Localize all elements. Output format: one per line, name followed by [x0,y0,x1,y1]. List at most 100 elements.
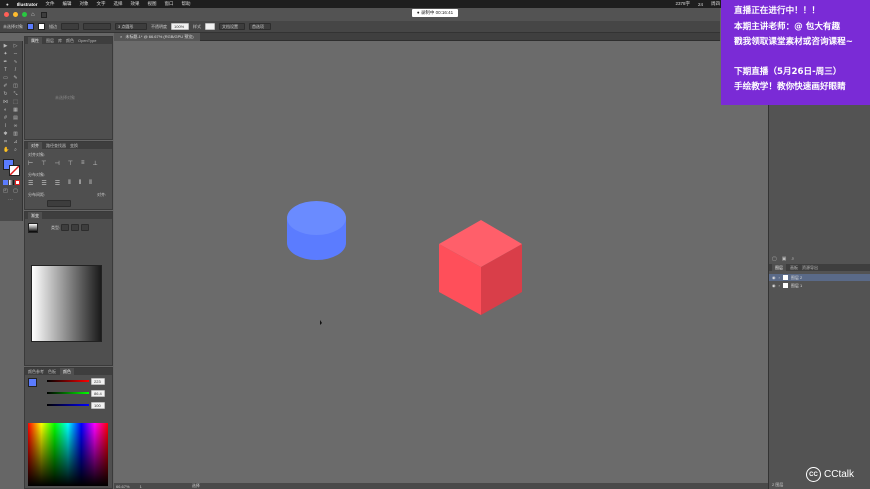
expand-icon[interactable]: › [779,275,780,280]
red-cube[interactable] [439,220,522,315]
align-right-icon[interactable]: ⊣ [54,160,59,167]
linear-gradient-button[interactable] [61,224,69,231]
tab-transform[interactable]: 变换 [70,143,78,149]
close-tab-icon[interactable]: × [120,34,122,39]
menu-effect[interactable]: 效果 [130,1,139,7]
layer-row[interactable]: ◉ › 图层 1 [769,282,870,289]
r-value[interactable]: 223 [91,378,105,385]
color-mode-icon[interactable] [3,180,8,185]
scale-tool-icon[interactable]: ⤡ [13,92,18,97]
opacity-field[interactable]: 100% [171,23,189,30]
document-tab[interactable]: × 未标题-1* @ 66.67% (RGB/GPU 预览) [114,32,200,41]
minimize-window-button[interactable] [13,12,18,17]
distribute-right-icon[interactable]: ⫴ [89,180,92,187]
gradient-ramp[interactable] [31,265,102,342]
tab-align[interactable]: 对齐 [28,142,42,149]
eraser-tool-icon[interactable]: ◫ [13,84,18,89]
graph-tool-icon[interactable]: ▥ [13,132,18,137]
g-value[interactable]: 86.4 [91,390,105,397]
tab-opentype[interactable]: OpenType [78,38,96,43]
stroke-swatch[interactable] [38,23,45,30]
apple-icon[interactable]: ● [6,2,9,7]
tab-gradient[interactable]: 渐变 [28,212,42,219]
tab-swatches[interactable]: 色板 [48,369,56,375]
distribute-left-icon[interactable]: ⫴ [68,180,71,187]
spacing-field[interactable] [47,200,71,207]
close-window-button[interactable] [4,12,9,17]
variable-width-field[interactable] [83,23,111,30]
width-tool-icon[interactable]: ⋈ [3,100,8,105]
menu-type[interactable]: 文字 [96,1,105,7]
type-tool-icon[interactable]: T [3,68,8,73]
b-value[interactable]: 100 [91,402,105,409]
layer-row[interactable]: ◉ › 图层 2 [769,274,870,281]
menu-view[interactable]: 视图 [147,1,156,7]
align-center-icon[interactable]: ⊤ [41,160,46,167]
curvature-icon[interactable]: ∿ [13,60,18,65]
gradient-preview[interactable] [28,223,38,233]
locate-icon[interactable]: ⌕ [791,256,794,262]
artboard-canvas[interactable] [114,41,768,483]
align-bottom-icon[interactable]: ⊥ [92,160,97,167]
eyedropper-icon[interactable]: ⌇ [3,124,8,129]
tab-layers-panel[interactable]: 图层 [772,264,786,271]
app-name[interactable]: Illustrator [17,2,38,7]
g-slider[interactable] [47,392,89,394]
blend-tool-icon[interactable]: ∞ [13,124,18,129]
tab-pathfinder[interactable]: 路径查找器 [46,143,66,149]
symbol-sprayer-icon[interactable]: ✱ [3,132,8,137]
brush-select[interactable]: 3 点圆形 [115,23,147,30]
menu-select[interactable]: 选择 [113,1,122,7]
zoom-tool-icon[interactable]: ⌕ [13,148,18,153]
stroke-weight-field[interactable] [61,23,79,30]
brush-tool-icon[interactable]: ✎ [13,76,18,81]
zoom-window-button[interactable] [22,12,27,17]
tab-libraries[interactable]: 库 [58,38,62,44]
document-setup-button[interactable]: 文档设置 [219,23,245,30]
free-transform-icon[interactable]: ⬚ [13,100,18,105]
visibility-icon[interactable]: ◉ [772,275,776,280]
home-icon[interactable]: ⌂ [31,12,37,18]
distribute-vcenter-icon[interactable]: ☰ [41,180,46,187]
magic-wand-icon[interactable]: ✦ [3,52,8,57]
fill-swatch[interactable] [27,23,34,30]
gradient-tool-icon[interactable]: ▤ [13,116,18,121]
slice-tool-icon[interactable]: ⊿ [13,140,18,145]
tab-artboards[interactable]: 画板 [790,265,798,271]
pencil-tool-icon[interactable]: ✐ [3,84,8,89]
radial-gradient-button[interactable] [71,224,79,231]
artboard-tool-icon[interactable]: ⌗ [3,140,8,145]
artboard-icon[interactable]: ▣ [782,256,787,262]
rectangle-tool-icon[interactable]: ▭ [3,76,8,81]
align-middle-icon[interactable]: ≡ [81,160,85,167]
draw-mode-icon[interactable]: ◰ [3,189,8,194]
line-tool-icon[interactable]: / [13,68,18,73]
mesh-tool-icon[interactable]: # [3,116,8,121]
workspace-icon[interactable] [41,11,47,18]
tab-color[interactable]: 颜色 [66,38,74,44]
rotate-tool-icon[interactable]: ↻ [3,92,8,97]
menu-file[interactable]: 文件 [45,1,54,7]
r-slider[interactable] [47,380,89,382]
pen-tool-icon[interactable]: ✒ [3,60,8,65]
distribute-hcenter-icon[interactable]: ⫴ [79,180,82,187]
style-swatch[interactable] [205,23,215,30]
color-spectrum[interactable] [28,423,108,486]
align-left-icon[interactable]: ⊢ [28,160,33,167]
menu-edit[interactable]: 编辑 [62,1,71,7]
menu-window[interactable]: 窗口 [164,1,173,7]
b-slider[interactable] [47,404,89,406]
perspective-icon[interactable]: ▦ [13,108,18,113]
expand-icon[interactable]: › [779,283,780,288]
screen-mode-icon[interactable]: ▢ [13,189,18,194]
layer-name[interactable]: 图层 2 [791,275,802,281]
selection-tool-icon[interactable]: ▶ [3,44,8,49]
visibility-icon[interactable]: ◉ [772,283,776,288]
hand-tool-icon[interactable]: ✋ [3,148,9,153]
tab-color-guide[interactable]: 颜色参考 [28,369,44,375]
layer-name[interactable]: 图层 1 [791,283,802,289]
gradient-mode-icon[interactable] [9,180,14,185]
freeform-gradient-button[interactable] [81,224,89,231]
distribute-top-icon[interactable]: ☰ [28,180,33,187]
layer-icon[interactable]: ▢ [772,256,777,262]
